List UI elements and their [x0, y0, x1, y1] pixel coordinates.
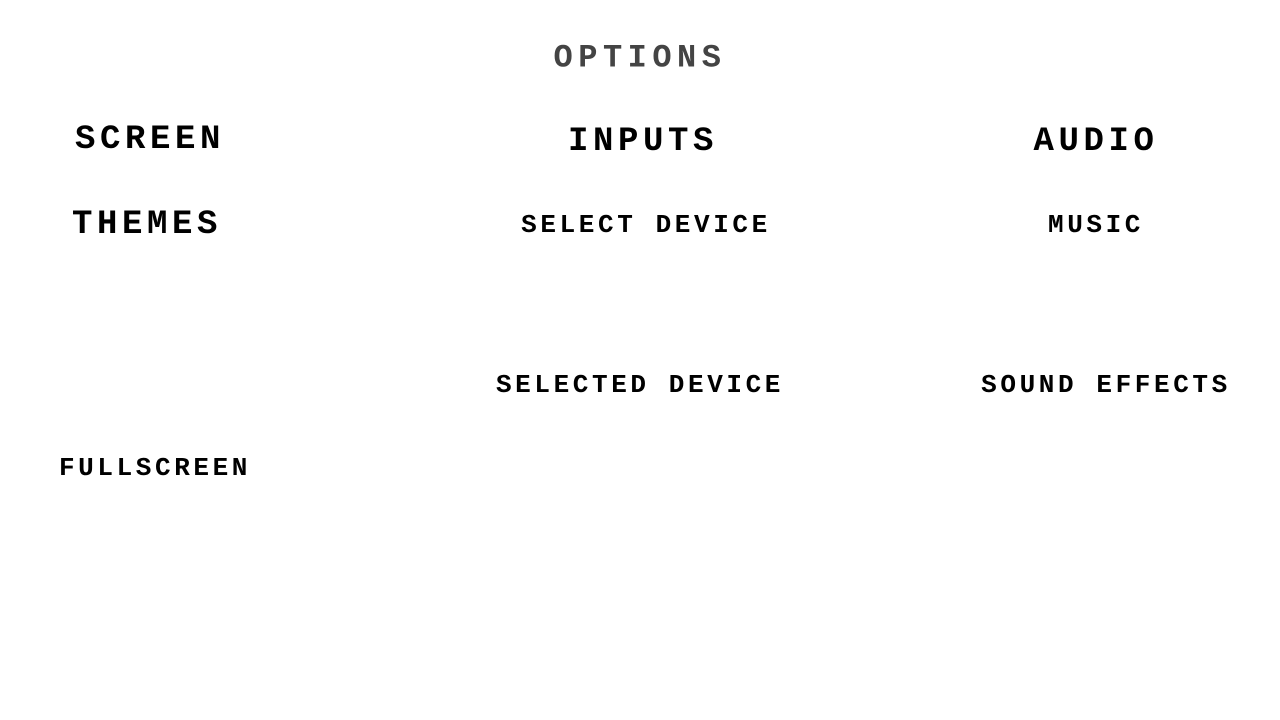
page-title: OPTIONS: [553, 39, 727, 77]
select-device-option[interactable]: SELECT DEVICE: [521, 210, 771, 240]
music-option[interactable]: MUSIC: [1048, 210, 1144, 240]
inputs-heading: INPUTS: [567, 123, 719, 161]
audio-heading: AUDIO: [1033, 123, 1159, 161]
themes-option[interactable]: THEMES: [72, 206, 222, 244]
fullscreen-option[interactable]: FULLSCREEN: [59, 453, 251, 483]
sound-effects-option[interactable]: SOUND EFFECTS: [981, 370, 1231, 400]
screen-heading: SCREEN: [74, 121, 226, 159]
selected-device-label: SELECTED DEVICE: [495, 370, 785, 400]
